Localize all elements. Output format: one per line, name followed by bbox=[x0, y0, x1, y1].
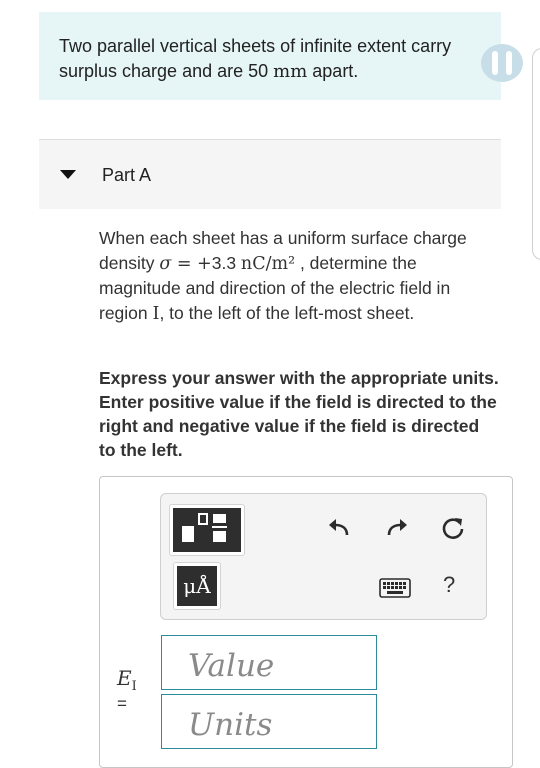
intro-unit: mm bbox=[273, 61, 308, 82]
units-input[interactable] bbox=[161, 694, 377, 749]
intro-text-start: Two parallel vertical sheets of infinite… bbox=[59, 36, 452, 81]
answer-variable-label: EI bbox=[117, 666, 137, 694]
templates-icon bbox=[173, 508, 241, 552]
help-icon[interactable]: ? bbox=[443, 572, 455, 598]
value-input[interactable] bbox=[161, 635, 377, 690]
charge-value: 3.3 bbox=[211, 252, 237, 273]
intro-text-end: apart. bbox=[307, 61, 359, 81]
redo-icon[interactable] bbox=[385, 516, 409, 540]
side-panel-edge bbox=[532, 48, 540, 260]
units-button[interactable]: μÅ bbox=[173, 562, 221, 610]
question-text: When each sheet has a uniform surface ch… bbox=[99, 226, 499, 326]
equals-sign: = bbox=[117, 694, 127, 713]
math-toolbar: μÅ ? bbox=[160, 493, 487, 620]
templates-button[interactable] bbox=[169, 504, 245, 556]
sigma-symbol: σ bbox=[159, 253, 172, 274]
equals-plus: = + bbox=[171, 253, 212, 274]
undo-icon[interactable] bbox=[327, 516, 351, 540]
answer-instructions: Express your answer with the appropriate… bbox=[99, 368, 499, 460]
part-a-header[interactable]: Part A bbox=[39, 140, 501, 209]
part-title: Part A bbox=[102, 165, 152, 185]
variable-subscript: I bbox=[131, 679, 137, 694]
reset-icon[interactable] bbox=[440, 516, 466, 542]
figure-toggle-icon[interactable] bbox=[480, 43, 524, 83]
question-text-3: , to the left of the left-most sheet. bbox=[159, 302, 415, 323]
collapse-caret-icon[interactable] bbox=[60, 170, 76, 179]
keyboard-icon[interactable] bbox=[379, 578, 411, 598]
problem-intro: Two parallel vertical sheets of infinite… bbox=[39, 12, 501, 100]
variable-symbol: E bbox=[117, 666, 132, 690]
units-button-label: μÅ bbox=[183, 574, 211, 598]
intro-text: Two parallel vertical sheets of infinite… bbox=[59, 34, 459, 84]
charge-unit: nC/m² bbox=[240, 253, 296, 274]
